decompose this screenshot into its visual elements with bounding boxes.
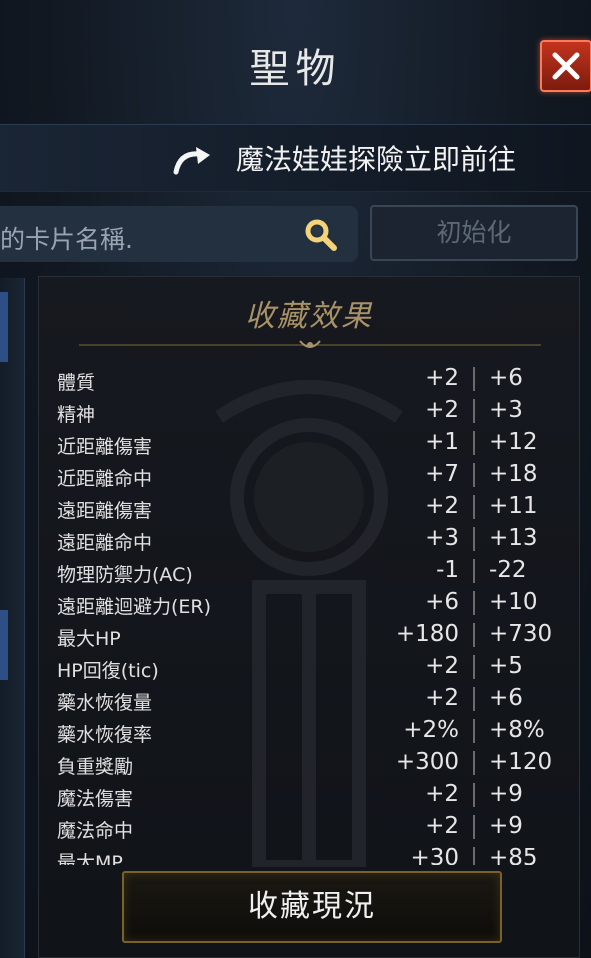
stat-value-current: +2: [425, 685, 459, 711]
stat-value-max: +6: [489, 685, 523, 711]
stat-name: HP回復(tic): [57, 660, 159, 682]
stat-separator: [473, 623, 475, 647]
stat-row: HP回復(tic) +2 +5: [57, 651, 569, 683]
stat-name: 魔法命中: [57, 820, 134, 842]
reset-button[interactable]: 初始化: [370, 205, 578, 261]
stat-separator: [473, 559, 475, 583]
stat-separator: [473, 655, 475, 679]
stat-name: 最大HP: [57, 628, 121, 650]
stat-value-max: +5: [489, 653, 523, 679]
stat-separator: [473, 463, 475, 487]
stat-value-current: +30: [410, 845, 459, 865]
stat-value-max: +9: [489, 813, 523, 839]
stat-name: 遠距離命中: [57, 532, 153, 554]
stat-separator: [473, 591, 475, 615]
stat-value-max: -22: [489, 557, 527, 583]
stat-value-max: +18: [489, 461, 538, 487]
close-button[interactable]: [540, 40, 591, 92]
collection-effects-panel: 收藏效果 體質 +2 +6 精神 +2 +3 近距離傷害 +1 +12 近距離命中 +7 +18 遠距離…: [38, 276, 580, 958]
stat-value-current: +6: [425, 589, 459, 615]
stat-value-max: +12: [489, 429, 538, 455]
stat-separator: [473, 719, 475, 743]
stat-name: 最大MP: [57, 852, 123, 865]
stat-value-current: +2: [425, 781, 459, 807]
stat-value-current: +2: [425, 365, 459, 391]
stat-row: 近距離傷害 +1 +12: [57, 427, 569, 459]
card-list-tab[interactable]: [0, 610, 8, 680]
stat-separator: [473, 847, 475, 865]
stat-row: 負重獎勵 +300 +120: [57, 747, 569, 779]
stat-name: 近距離傷害: [57, 436, 153, 458]
panel-title: 收藏效果: [245, 299, 373, 334]
stat-value-max: +11: [489, 493, 538, 519]
stat-name: 遠距離傷害: [57, 500, 153, 522]
stat-row: 精神 +2 +3: [57, 395, 569, 427]
stat-row: 遠距離傷害 +2 +11: [57, 491, 569, 523]
stat-row: 近距離命中 +7 +18: [57, 459, 569, 491]
stat-value-max: +85: [489, 845, 538, 865]
card-list-edge: [0, 278, 25, 958]
stat-value-current: +2: [425, 397, 459, 423]
card-list-tab[interactable]: [0, 292, 8, 362]
stat-separator: [473, 815, 475, 839]
stat-name: 藥水恢復量: [57, 692, 153, 714]
stat-value-max: +120: [489, 749, 553, 775]
stats-list[interactable]: 體質 +2 +6 精神 +2 +3 近距離傷害 +1 +12 近距離命中 +7 +18 遠距離傷害 +2 +…: [57, 363, 569, 865]
stat-value-current: +7: [425, 461, 459, 487]
stat-row: 遠距離迴避力(ER) +6 +10: [57, 587, 569, 619]
stat-separator: [473, 751, 475, 775]
stat-row: 最大MP +30 +85: [57, 843, 569, 865]
stat-value-current: -1: [436, 557, 459, 583]
stat-value-current: +2: [425, 493, 459, 519]
stat-row: 體質 +2 +6: [57, 363, 569, 395]
stat-name: 精神: [57, 404, 96, 426]
stat-row: 藥水恢復量 +2 +6: [57, 683, 569, 715]
stat-value-max: +6: [489, 365, 523, 391]
stat-value-current: +2: [425, 813, 459, 839]
stat-value-current: +2%: [403, 717, 459, 743]
stat-separator: [473, 495, 475, 519]
stat-value-current: +1: [425, 429, 459, 455]
stat-value-current: +300: [395, 749, 459, 775]
go-banner-label[interactable]: 魔法娃娃探險立即前往: [236, 138, 516, 178]
stat-row: 魔法命中 +2 +9: [57, 811, 569, 843]
stat-name: 魔法傷害: [57, 788, 134, 810]
stat-separator: [473, 431, 475, 455]
stat-value-max: +730: [489, 621, 553, 647]
stat-separator: [473, 399, 475, 423]
close-icon: [552, 52, 580, 80]
stat-row: 物理防禦力(AC) -1 -22: [57, 555, 569, 587]
stat-name: 體質: [57, 372, 96, 394]
stat-value-current: +2: [425, 653, 459, 679]
stat-name: 遠距離迴避力(ER): [57, 596, 212, 618]
stat-value-max: +8%: [489, 717, 545, 743]
stat-separator: [473, 527, 475, 551]
search-icon[interactable]: [303, 218, 339, 252]
stat-row: 最大HP +180 +730: [57, 619, 569, 651]
search-placeholder[interactable]: 的卡片名稱.: [0, 220, 133, 256]
curved-arrow-icon: [173, 147, 210, 175]
stat-name: 藥水恢復率: [57, 724, 153, 746]
stat-name: 近距離命中: [57, 468, 153, 490]
stat-name: 負重獎勵: [57, 756, 134, 778]
stat-separator: [473, 367, 475, 391]
stat-separator: [473, 783, 475, 807]
stat-separator: [473, 687, 475, 711]
stat-value-current: +3: [425, 525, 459, 551]
stat-row: 藥水恢復率 +2% +8%: [57, 715, 569, 747]
stat-value-max: +10: [489, 589, 538, 615]
stat-name: 物理防禦力(AC): [57, 564, 193, 586]
stat-value-max: +13: [489, 525, 538, 551]
stat-row: 魔法傷害 +2 +9: [57, 779, 569, 811]
stat-row: 遠距離命中 +3 +13: [57, 523, 569, 555]
stat-value-max: +9: [489, 781, 523, 807]
window-title: 聖物: [249, 46, 342, 92]
stat-value-max: +3: [489, 397, 523, 423]
stat-value-current: +180: [395, 621, 459, 647]
collection-status-button[interactable]: 收藏現況: [122, 871, 502, 943]
